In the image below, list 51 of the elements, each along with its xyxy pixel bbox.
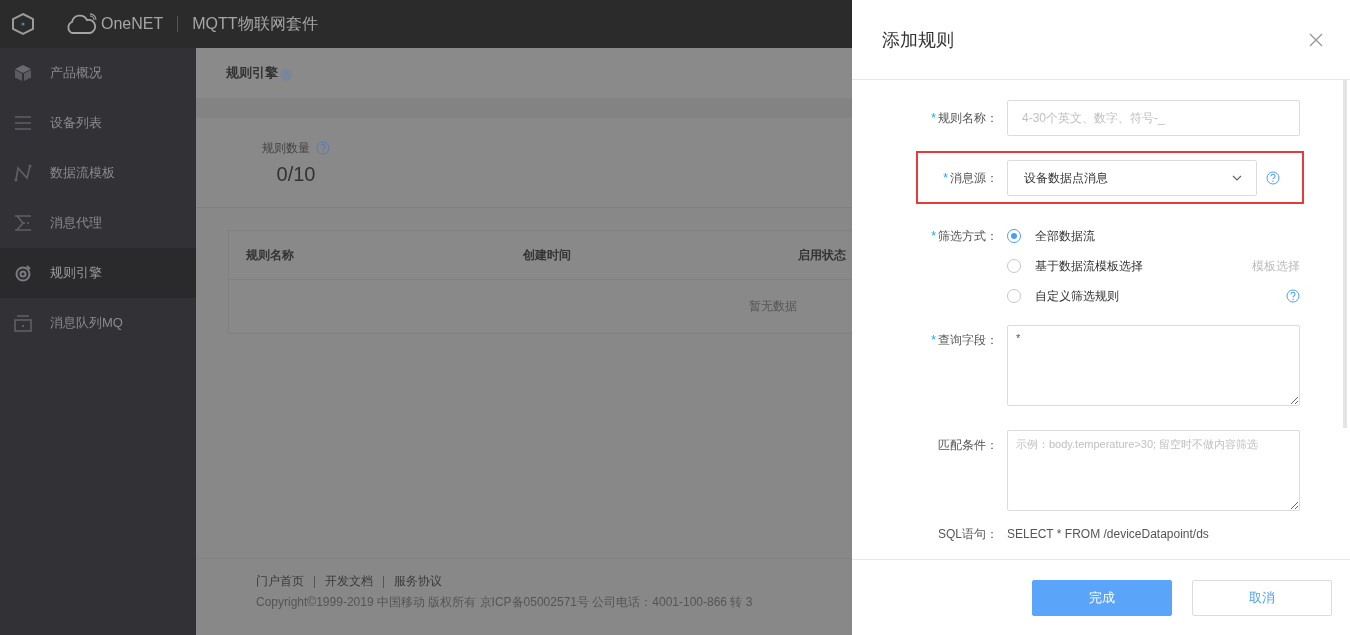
column-header: 规则名称: [246, 246, 295, 264]
help-icon[interactable]: [316, 141, 330, 155]
radio-label[interactable]: 全部数据流: [1035, 227, 1300, 245]
required-mark: *: [931, 111, 936, 125]
brand-name: OneNET: [101, 15, 164, 33]
target-icon: [14, 264, 32, 282]
sidebar-item[interactable]: 数据流模板: [0, 148, 196, 198]
help-icon[interactable]: [1286, 289, 1300, 303]
sql-text: SELECT * FROM /deviceDatapoint/ds: [1007, 526, 1209, 543]
field-label: 消息源：: [950, 171, 998, 185]
line-chart-icon: [14, 164, 32, 182]
sidebar-item[interactable]: 设备列表: [0, 98, 196, 148]
field-label: SQL语句：: [938, 527, 998, 541]
required-mark: *: [931, 333, 936, 347]
help-icon[interactable]: [1266, 171, 1280, 185]
cancel-button[interactable]: 取消: [1192, 579, 1332, 616]
field-label: 规则名称：: [938, 111, 998, 125]
proxy-icon: [14, 214, 32, 232]
stat-label: 规则数量: [262, 139, 310, 157]
cube-icon: [14, 64, 32, 82]
required-mark: *: [943, 171, 948, 185]
hexagon-logo-icon[interactable]: [10, 12, 36, 36]
field-label: 查询字段：: [938, 333, 998, 347]
sidebar-item[interactable]: 消息代理: [0, 198, 196, 248]
text-area[interactable]: *: [1007, 325, 1300, 406]
chevron-down-icon: [1232, 175, 1242, 181]
column-header: 启用状态: [798, 246, 847, 264]
drawer-title: 添加规则: [882, 28, 954, 52]
text-field[interactable]: 4-30个英文、数字、符号-_: [1007, 100, 1300, 136]
sidebar-item[interactable]: 产品概况: [0, 48, 196, 98]
radio-label[interactable]: 自定义筛选规则: [1035, 287, 1286, 305]
field-label: 匹配条件：: [938, 438, 998, 452]
footer-link[interactable]: 开发文档: [325, 573, 373, 590]
box-icon: [14, 314, 32, 332]
sidebar-item[interactable]: 消息队列MQ: [0, 298, 196, 348]
field-label: 筛选方式：: [938, 229, 998, 243]
close-icon[interactable]: [1309, 32, 1323, 47]
page-title: 规则引擎: [226, 64, 278, 82]
template-link[interactable]: 模板选择: [1252, 257, 1300, 275]
submit-button[interactable]: 完成: [1032, 579, 1172, 616]
footer-link[interactable]: 门户首页: [256, 573, 304, 590]
stat-value: 0/10: [276, 162, 316, 186]
cloud-logo-icon: [64, 13, 98, 35]
column-header: 创建时间: [523, 246, 572, 264]
select-field[interactable]: 设备数据点消息: [1007, 160, 1257, 196]
radio-label[interactable]: 基于数据流模板选择: [1035, 257, 1252, 275]
sidebar-item[interactable]: 规则引擎: [0, 248, 196, 298]
list-icon: [14, 114, 32, 132]
required-mark: *: [931, 229, 936, 243]
product-title: MQTT物联网套件: [192, 13, 318, 34]
footer-link[interactable]: 服务协议: [394, 573, 442, 590]
